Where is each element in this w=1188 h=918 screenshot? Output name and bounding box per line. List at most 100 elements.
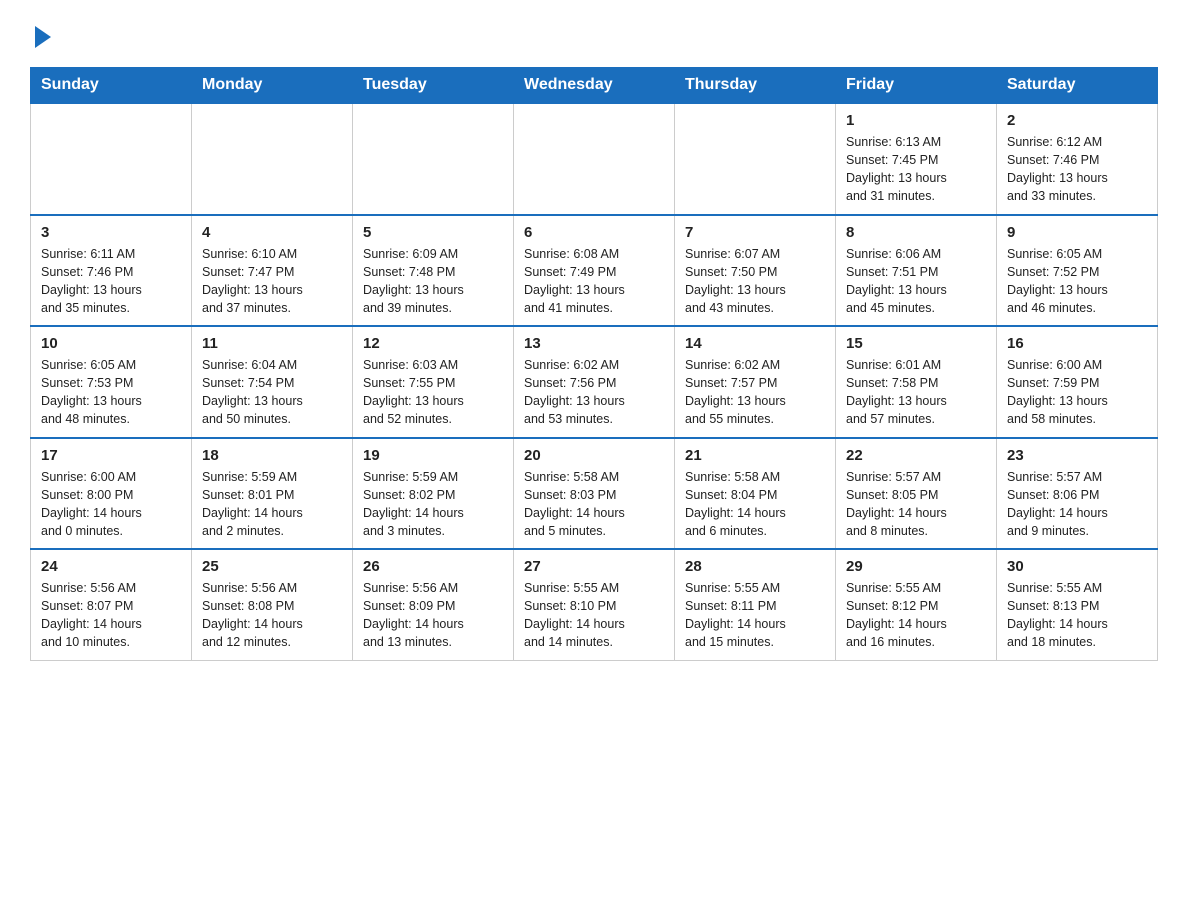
- weekday-header-sunday: Sunday: [31, 68, 192, 104]
- day-number: 12: [363, 335, 503, 352]
- day-number: 7: [685, 224, 825, 241]
- calendar-cell: 16Sunrise: 6:00 AM Sunset: 7:59 PM Dayli…: [997, 326, 1158, 438]
- day-number: 29: [846, 558, 986, 575]
- day-info: Sunrise: 5:55 AM Sunset: 8:12 PM Dayligh…: [846, 579, 986, 652]
- calendar-cell: 19 Sunrise: 5:59 AM Sunset: 8:02 PM Dayli…: [353, 438, 514, 550]
- calendar-cell: [31, 103, 192, 215]
- calendar-header-row: SundayMondayTuesdayWednesdayThursdayFrid…: [31, 68, 1158, 104]
- day-number: 23: [1007, 447, 1147, 464]
- day-info: Sunrise: 6:04 AM Sunset: 7:54 PM Dayligh…: [202, 356, 342, 429]
- calendar-cell: 7 Sunrise: 6:07 AM Sunset: 7:50 PM Daylig…: [675, 215, 836, 327]
- weekday-header-thursday: Thursday: [675, 68, 836, 104]
- weekday-header-friday: Friday: [836, 68, 997, 104]
- day-number: 21: [685, 447, 825, 464]
- calendar-week-row: 1 Sunrise: 6:13 AM Sunset: 7:45 PM Daylig…: [31, 103, 1158, 215]
- day-info: Sunrise: 5:58 AM Sunset: 8:04 PM Dayligh…: [685, 468, 825, 541]
- day-number: 8: [846, 224, 986, 241]
- calendar-cell: 9 Sunrise: 6:05 AM Sunset: 7:52 PM Daylig…: [997, 215, 1158, 327]
- logo: [30, 26, 51, 53]
- calendar-cell: 28 Sunrise: 5:55 AM Sunset: 8:11 PM Dayli…: [675, 549, 836, 660]
- day-info: Sunrise: 5:56 AM Sunset: 8:08 PM Dayligh…: [202, 579, 342, 652]
- calendar-cell: 23 Sunrise: 5:57 AM Sunset: 8:06 PM Dayli…: [997, 438, 1158, 550]
- day-info: Sunrise: 6:07 AM Sunset: 7:50 PM Dayligh…: [685, 245, 825, 318]
- day-info: Sunrise: 6:12 AM Sunset: 7:46 PM Dayligh…: [1007, 133, 1147, 206]
- day-number: 22: [846, 447, 986, 464]
- day-number: 27: [524, 558, 664, 575]
- calendar-cell: 12 Sunrise: 6:03 AM Sunset: 7:55 PM Dayli…: [353, 326, 514, 438]
- day-number: 2: [1007, 112, 1147, 129]
- calendar-cell: 17 Sunrise: 6:00 AM Sunset: 8:00 PM Dayli…: [31, 438, 192, 550]
- calendar-week-row: 24 Sunrise: 5:56 AM Sunset: 8:07 PM Dayli…: [31, 549, 1158, 660]
- calendar-cell: 24 Sunrise: 5:56 AM Sunset: 8:07 PM Dayli…: [31, 549, 192, 660]
- calendar-cell: [514, 103, 675, 215]
- calendar-cell: 1 Sunrise: 6:13 AM Sunset: 7:45 PM Daylig…: [836, 103, 997, 215]
- day-info: Sunrise: 6:02 AM Sunset: 7:56 PM Dayligh…: [524, 356, 664, 429]
- calendar-cell: 20 Sunrise: 5:58 AM Sunset: 8:03 PM Dayli…: [514, 438, 675, 550]
- calendar-cell: 14 Sunrise: 6:02 AM Sunset: 7:57 PM Dayli…: [675, 326, 836, 438]
- weekday-header-wednesday: Wednesday: [514, 68, 675, 104]
- day-number: 1: [846, 112, 986, 129]
- calendar-cell: 29 Sunrise: 5:55 AM Sunset: 8:12 PM Dayli…: [836, 549, 997, 660]
- weekday-header-tuesday: Tuesday: [353, 68, 514, 104]
- day-info: Sunrise: 5:55 AM Sunset: 8:11 PM Dayligh…: [685, 579, 825, 652]
- day-info: Sunrise: 6:09 AM Sunset: 7:48 PM Dayligh…: [363, 245, 503, 318]
- calendar-cell: 3 Sunrise: 6:11 AM Sunset: 7:46 PM Daylig…: [31, 215, 192, 327]
- day-info: Sunrise: 6:08 AM Sunset: 7:49 PM Dayligh…: [524, 245, 664, 318]
- day-info: Sunrise: 6:03 AM Sunset: 7:55 PM Dayligh…: [363, 356, 503, 429]
- day-number: 4: [202, 224, 342, 241]
- day-number: 17: [41, 447, 181, 464]
- day-info: Sunrise: 5:56 AM Sunset: 8:07 PM Dayligh…: [41, 579, 181, 652]
- weekday-header-monday: Monday: [192, 68, 353, 104]
- day-number: 20: [524, 447, 664, 464]
- day-info: Sunrise: 5:57 AM Sunset: 8:06 PM Dayligh…: [1007, 468, 1147, 541]
- day-number: 10: [41, 335, 181, 352]
- day-info: Sunrise: 5:57 AM Sunset: 8:05 PM Dayligh…: [846, 468, 986, 541]
- day-info: Sunrise: 5:59 AM Sunset: 8:02 PM Dayligh…: [363, 468, 503, 541]
- logo-arrow-icon: [33, 26, 51, 53]
- calendar-week-row: 17 Sunrise: 6:00 AM Sunset: 8:00 PM Dayli…: [31, 438, 1158, 550]
- calendar-cell: 6 Sunrise: 6:08 AM Sunset: 7:49 PM Daylig…: [514, 215, 675, 327]
- day-info: Sunrise: 5:55 AM Sunset: 8:10 PM Dayligh…: [524, 579, 664, 652]
- day-info: Sunrise: 6:00 AM Sunset: 7:59 PM Dayligh…: [1007, 356, 1147, 429]
- day-info: Sunrise: 5:56 AM Sunset: 8:09 PM Dayligh…: [363, 579, 503, 652]
- calendar-cell: [192, 103, 353, 215]
- day-info: Sunrise: 5:59 AM Sunset: 8:01 PM Dayligh…: [202, 468, 342, 541]
- day-number: 11: [202, 335, 342, 352]
- calendar-cell: [353, 103, 514, 215]
- calendar-cell: [675, 103, 836, 215]
- day-number: 13: [524, 335, 664, 352]
- day-info: Sunrise: 6:02 AM Sunset: 7:57 PM Dayligh…: [685, 356, 825, 429]
- day-number: 3: [41, 224, 181, 241]
- day-number: 19: [363, 447, 503, 464]
- day-number: 25: [202, 558, 342, 575]
- day-info: Sunrise: 6:05 AM Sunset: 7:53 PM Dayligh…: [41, 356, 181, 429]
- day-info: Sunrise: 6:06 AM Sunset: 7:51 PM Dayligh…: [846, 245, 986, 318]
- calendar-cell: 10 Sunrise: 6:05 AM Sunset: 7:53 PM Dayli…: [31, 326, 192, 438]
- day-info: Sunrise: 6:11 AM Sunset: 7:46 PM Dayligh…: [41, 245, 181, 318]
- calendar-cell: 5Sunrise: 6:09 AM Sunset: 7:48 PM Daylig…: [353, 215, 514, 327]
- day-number: 6: [524, 224, 664, 241]
- calendar-cell: 27 Sunrise: 5:55 AM Sunset: 8:10 PM Dayli…: [514, 549, 675, 660]
- day-info: Sunrise: 5:58 AM Sunset: 8:03 PM Dayligh…: [524, 468, 664, 541]
- day-number: 9: [1007, 224, 1147, 241]
- calendar-cell: 30 Sunrise: 5:55 AM Sunset: 8:13 PM Dayli…: [997, 549, 1158, 660]
- day-info: Sunrise: 6:05 AM Sunset: 7:52 PM Dayligh…: [1007, 245, 1147, 318]
- calendar-cell: 11 Sunrise: 6:04 AM Sunset: 7:54 PM Dayli…: [192, 326, 353, 438]
- day-info: Sunrise: 6:10 AM Sunset: 7:47 PM Dayligh…: [202, 245, 342, 318]
- day-number: 26: [363, 558, 503, 575]
- calendar-cell: 21 Sunrise: 5:58 AM Sunset: 8:04 PM Dayli…: [675, 438, 836, 550]
- day-number: 18: [202, 447, 342, 464]
- calendar-cell: 18 Sunrise: 5:59 AM Sunset: 8:01 PM Dayli…: [192, 438, 353, 550]
- day-info: Sunrise: 6:13 AM Sunset: 7:45 PM Dayligh…: [846, 133, 986, 206]
- calendar-cell: 25 Sunrise: 5:56 AM Sunset: 8:08 PM Dayli…: [192, 549, 353, 660]
- day-number: 30: [1007, 558, 1147, 575]
- day-number: 24: [41, 558, 181, 575]
- calendar-cell: 15Sunrise: 6:01 AM Sunset: 7:58 PM Dayli…: [836, 326, 997, 438]
- page-header: [30, 20, 1158, 53]
- calendar-week-row: 10 Sunrise: 6:05 AM Sunset: 7:53 PM Dayli…: [31, 326, 1158, 438]
- day-info: Sunrise: 5:55 AM Sunset: 8:13 PM Dayligh…: [1007, 579, 1147, 652]
- day-number: 28: [685, 558, 825, 575]
- day-info: Sunrise: 6:00 AM Sunset: 8:00 PM Dayligh…: [41, 468, 181, 541]
- day-number: 14: [685, 335, 825, 352]
- day-info: Sunrise: 6:01 AM Sunset: 7:58 PM Dayligh…: [846, 356, 986, 429]
